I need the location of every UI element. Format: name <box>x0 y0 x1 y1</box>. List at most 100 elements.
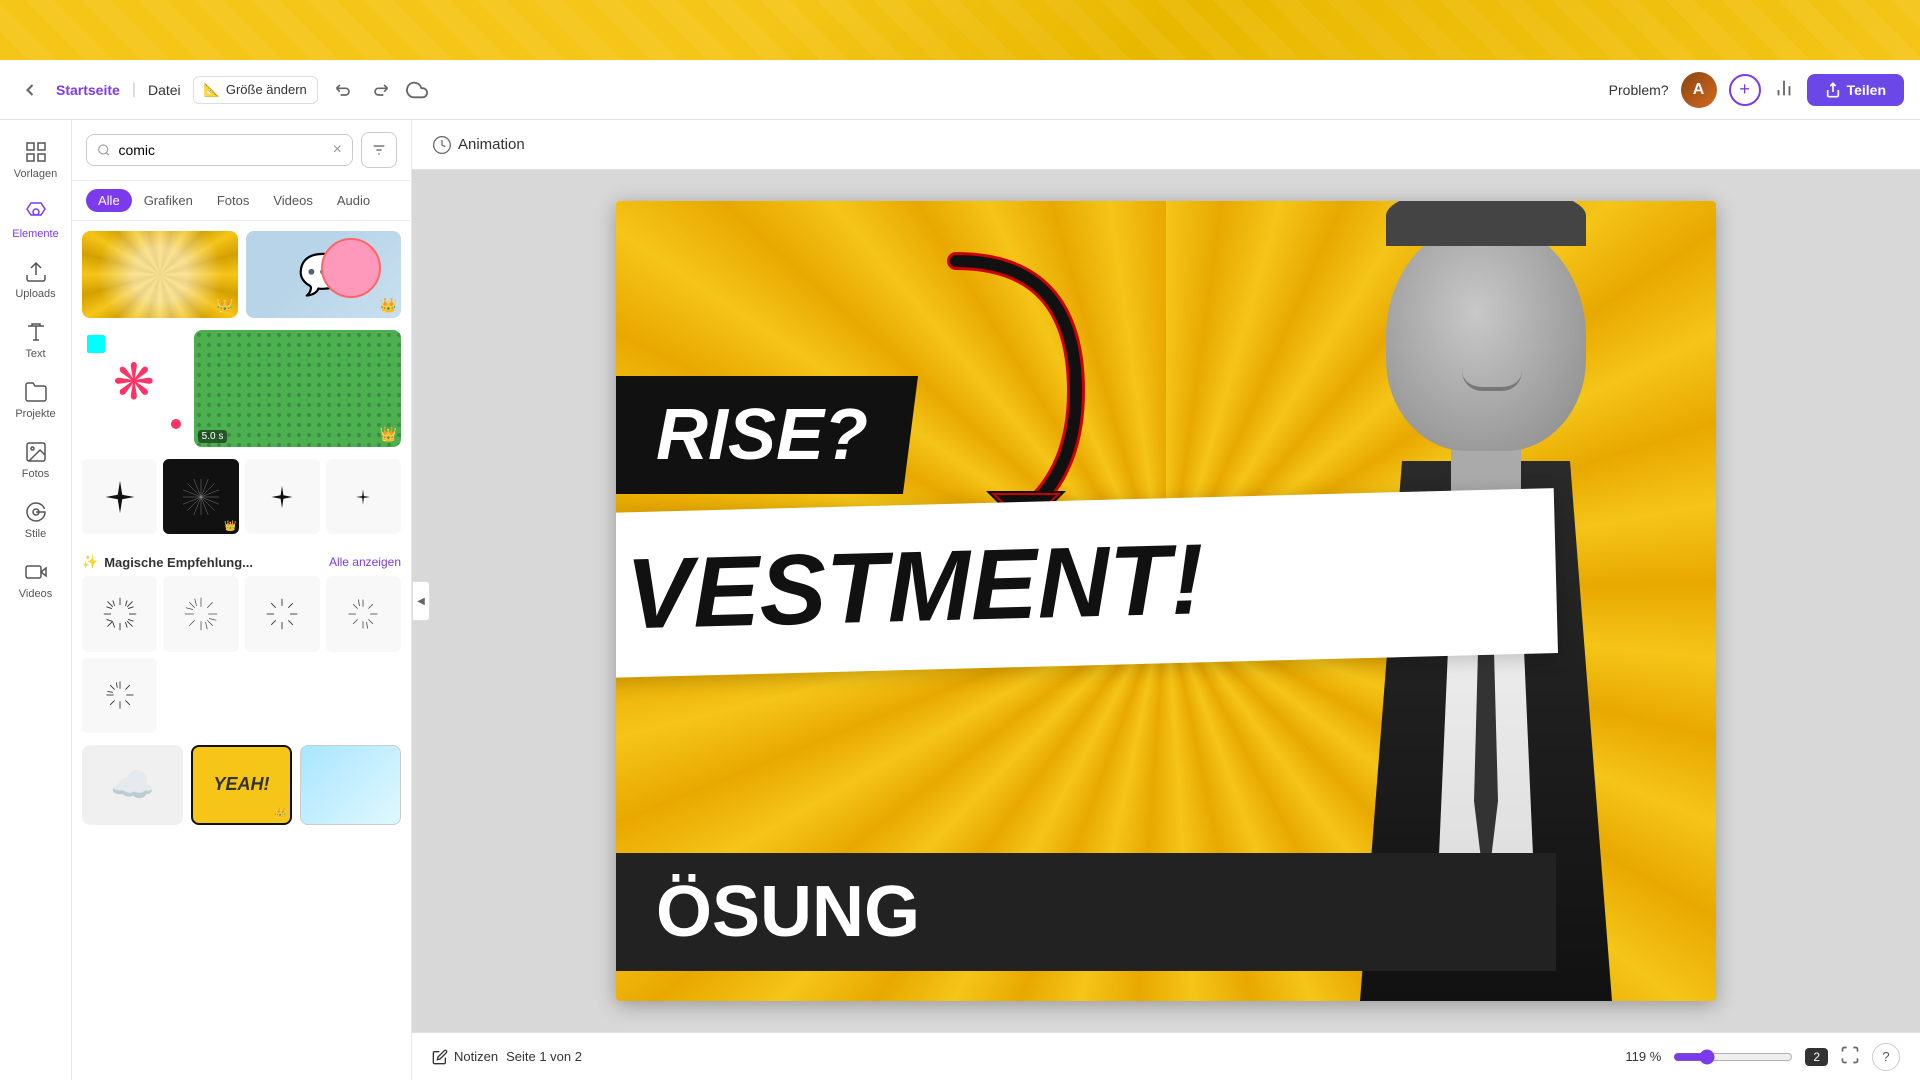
left-panel: × Alle Grafiken Fotos Videos Audio <box>72 120 412 1080</box>
animation-label: Animation <box>432 135 525 155</box>
show-all-link[interactable]: Alle anzeigen <box>329 555 401 569</box>
duration-label: 5.0 s <box>198 430 228 443</box>
sidebar-item-projekte[interactable]: Projekte <box>4 372 68 428</box>
filter-button[interactable] <box>361 132 397 168</box>
share-label: Teilen <box>1847 82 1886 98</box>
status-right: 119 % 2 ? <box>1625 1043 1900 1071</box>
bottom-text: ÖSUNG <box>616 853 1556 971</box>
expand-button[interactable] <box>1840 1045 1860 1068</box>
burst-row: 👑 👑 <box>82 576 401 733</box>
size-change-button[interactable]: 📐 Größe ändern <box>193 76 318 104</box>
main-layout: Vorlagen Elemente Uploads Text Projekte … <box>0 120 1920 1080</box>
sidebar-label-text: Text <box>25 348 45 360</box>
notes-button[interactable]: Notizen <box>432 1049 498 1065</box>
burst-item-3[interactable]: 👑 <box>245 576 320 651</box>
grid-item-1[interactable]: 👑 <box>82 231 238 318</box>
sidebar-label-projekte: Projekte <box>15 408 55 420</box>
undo-button[interactable] <box>330 76 358 104</box>
arrow-graphic <box>876 231 1176 531</box>
clear-search-button[interactable]: × <box>333 141 342 159</box>
panel-content[interactable]: 👑 💬 👑 ❋ 5. <box>72 221 411 1080</box>
stars-row: 👑 <box>82 459 401 534</box>
star-item-3[interactable] <box>245 459 320 534</box>
sidebar-item-fotos[interactable]: Fotos <box>4 432 68 488</box>
notes-icon <box>432 1049 448 1065</box>
premium-icon-4: 👑 <box>380 426 397 443</box>
canvas-wrapper[interactable]: ◀ <box>412 170 1920 1032</box>
star-item-4[interactable] <box>326 459 401 534</box>
rise-text: RISE? <box>616 376 918 494</box>
burst-item-4[interactable]: 👑 <box>326 576 401 651</box>
sidebar-label-elemente: Elemente <box>12 228 58 240</box>
grid-item-4[interactable]: 5.0 s 👑 <box>194 330 401 447</box>
page-info: Seite 1 von 2 <box>506 1049 582 1064</box>
slide-canvas[interactable]: RISE? VESTMENT! ÖSUNG <box>616 201 1716 1001</box>
cloud-save-button[interactable] <box>402 75 432 105</box>
header-right: Problem? A + Teilen <box>1609 72 1904 108</box>
premium-icon-1: 👑 <box>216 297 233 314</box>
yeah-crown: 👑 <box>274 808 286 819</box>
canvas-area: Animation ◀ <box>412 120 1920 1080</box>
toolbar-icons <box>330 75 432 105</box>
star-item-2[interactable]: 👑 <box>163 459 238 534</box>
tab-audio[interactable]: Audio <box>325 189 382 212</box>
add-collaborator-button[interactable]: + <box>1729 74 1761 106</box>
sidebar-label-stile: Stile <box>25 528 46 540</box>
back-button[interactable] <box>16 76 44 104</box>
animation-icon <box>432 135 452 155</box>
home-link[interactable]: Startseite <box>56 82 120 98</box>
tab-alle[interactable]: Alle <box>86 189 132 212</box>
zoom-display: 119 % <box>1625 1049 1661 1064</box>
search-icon <box>97 142 110 158</box>
bottom-items: ☁️ YEAH! 👑 👑 <box>82 745 401 825</box>
sidebar-label-uploads: Uploads <box>15 288 55 300</box>
magic-title: ✨ Magische Empfehlung... <box>82 554 253 570</box>
premium-icon-star2: 👑 <box>224 521 236 532</box>
redo-button[interactable] <box>366 76 394 104</box>
bottom-item-cloud[interactable]: ☁️ <box>82 745 183 825</box>
premium-icon-2: 👑 <box>380 297 397 314</box>
size-label: Größe ändern <box>226 82 307 97</box>
top-decorative-bar <box>0 0 1920 60</box>
avatar[interactable]: A <box>1681 72 1717 108</box>
grid-item-2[interactable]: 💬 👑 <box>246 231 402 318</box>
sidebar-item-videos[interactable]: Videos <box>4 552 68 608</box>
grid-item-3[interactable]: ❋ <box>82 330 186 434</box>
status-bar: Notizen Seite 1 von 2 119 % 2 ? <box>412 1032 1920 1080</box>
filter-icon <box>371 142 387 158</box>
sidebar-item-text[interactable]: Text <box>4 312 68 368</box>
search-input[interactable] <box>118 142 324 158</box>
file-menu[interactable]: Datei <box>148 82 181 98</box>
tab-videos[interactable]: Videos <box>261 189 325 212</box>
collapse-panel-button[interactable]: ◀ <box>412 581 430 621</box>
magic-icon: ✨ <box>82 554 98 570</box>
zoom-slider[interactable] <box>1673 1049 1793 1065</box>
header-left: Startseite | Datei 📐 Größe ändern <box>16 75 1593 105</box>
items-grid: 👑 💬 👑 <box>82 231 401 318</box>
sidebar-item-uploads[interactable]: Uploads <box>4 252 68 308</box>
search-input-wrap: × <box>86 134 353 166</box>
stats-button[interactable] <box>1773 77 1795 102</box>
filter-tabs: Alle Grafiken Fotos Videos Audio <box>72 181 411 221</box>
expand-icon <box>1840 1045 1860 1065</box>
burst-item-5[interactable]: 👑 <box>82 658 157 733</box>
sidebar-item-stile[interactable]: Stile <box>4 492 68 548</box>
status-left: Notizen Seite 1 von 2 <box>432 1049 582 1065</box>
vestment-text: VESTMENT! <box>616 488 1558 679</box>
size-emoji: 📐 <box>204 82 220 98</box>
burst-item-1[interactable]: 👑 <box>82 576 157 651</box>
share-button[interactable]: Teilen <box>1807 74 1904 106</box>
tab-grafiken[interactable]: Grafiken <box>132 189 205 212</box>
sidebar-icons: Vorlagen Elemente Uploads Text Projekte … <box>0 120 72 1080</box>
help-button[interactable]: ? <box>1872 1043 1900 1071</box>
magic-section-header: ✨ Magische Empfehlung... Alle anzeigen <box>82 546 401 576</box>
bottom-item-blue[interactable]: 👑 <box>300 745 401 825</box>
star-item-1[interactable] <box>82 459 157 534</box>
tab-fotos[interactable]: Fotos <box>205 189 262 212</box>
bottom-item-yeah[interactable]: YEAH! 👑 <box>191 745 292 825</box>
canvas-top-bar: Animation <box>412 120 1920 170</box>
sidebar-item-elemente[interactable]: Elemente <box>4 192 68 248</box>
problem-link[interactable]: Problem? <box>1609 82 1669 98</box>
sidebar-item-vorlagen[interactable]: Vorlagen <box>4 132 68 188</box>
burst-item-2[interactable]: 👑 <box>163 576 238 651</box>
